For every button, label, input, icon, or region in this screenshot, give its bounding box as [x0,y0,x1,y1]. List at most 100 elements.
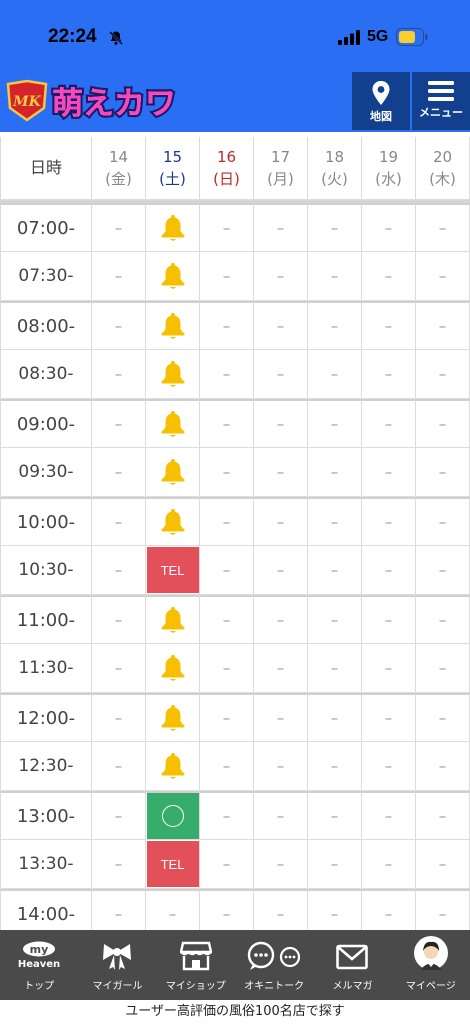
mail-icon [336,944,369,970]
schedule-cell[interactable] [146,595,200,644]
schedule-cell: – [254,644,308,693]
schedule-cell[interactable]: TEL [146,840,200,889]
time-slot-label: 12:30- [0,742,92,791]
schedule-cell: – [416,595,470,644]
nav-okini-talk-label: オキニトーク [244,981,305,992]
bell-icon [161,753,184,779]
schedule-row: 11:30- – – – – – – [0,644,470,693]
avatar-icon [413,936,448,970]
time-slot-label: 08:00- [0,301,92,350]
schedule-cell[interactable] [146,448,200,497]
status-bar: 22:24 5G [0,0,470,72]
schedule-cell: – [416,203,470,252]
day-header: 14 (金) [92,137,146,200]
schedule-cell: – [92,203,146,252]
schedule-cell: – [308,742,362,791]
schedule-cell[interactable] [146,350,200,399]
schedule-cell: – [200,448,254,497]
bell-icon [161,411,184,437]
schedule-cell: – [200,742,254,791]
available-circle-icon [161,805,184,827]
bell-icon [161,215,184,241]
schedule-cell: – [362,546,416,595]
schedule-cell[interactable] [146,252,200,301]
schedule-cell: – [92,252,146,301]
bell-icon [161,313,184,339]
time-slot-label: 11:30- [0,644,92,693]
bell-off-icon [109,31,123,45]
time-slot-label: 13:00- [0,791,92,840]
schedule-cell[interactable] [146,791,200,840]
schedule-cell: – [416,742,470,791]
nav-my-shop-label: マイショップ [165,981,226,992]
time-slot-label: 13:30- [0,840,92,889]
schedule-cell: – [254,497,308,546]
schedule-cell: – [254,546,308,595]
nav-my-girl-label: マイガール [92,981,143,992]
svg-text:MK: MK [12,94,41,110]
schedule-cell[interactable] [146,644,200,693]
schedule-cell: – [92,693,146,742]
hamburger-icon [428,81,454,101]
schedule-table: 日時 14 (金) 15 (土) 16 (日) 17 (月) 18 (火) 19 (水) 2… [0,137,470,938]
bell-icon [161,263,184,289]
schedule-row: 09:30- – – – – – – [0,448,470,497]
nav-my-girl[interactable]: マイガール [78,930,156,1000]
schedule-cell[interactable] [146,203,200,252]
bell-icon [161,509,184,535]
site-logo[interactable]: MK 萌えカワ 萌えカワ [4,78,194,124]
schedule-cell[interactable] [146,497,200,546]
schedule-cell: – [254,742,308,791]
nav-my-page[interactable]: マイページ [392,930,470,1000]
schedule-cell: – [308,644,362,693]
schedule-cell[interactable] [146,301,200,350]
nav-top[interactable]: my Heaven トップ [0,930,78,1000]
schedule-cell: – [416,791,470,840]
nav-mail-magazine[interactable]: メルマガ [313,930,391,1000]
schedule-cell: – [200,301,254,350]
footer-link[interactable]: ユーザー高評価の風俗100名店で探す [0,1000,470,1024]
menu-button[interactable]: メニュー [412,72,470,130]
time-slot-label: 07:30- [0,252,92,301]
schedule-body: 07:00- – – – – – –07:30- – – – – – –08:00- – – – – – –08:3… [0,203,470,938]
tel-button[interactable]: TEL [146,547,199,593]
schedule-cell: – [362,301,416,350]
schedule-cell: – [308,595,362,644]
schedule-cell: – [362,252,416,301]
schedule-cell: – [92,399,146,448]
available-button[interactable] [146,793,199,839]
schedule-cell: – [416,399,470,448]
nav-my-shop[interactable]: マイショップ [157,930,235,1000]
schedule-row: 07:00- – – – – – – [0,203,470,252]
schedule-row: 12:00- – – – – – – [0,693,470,742]
svg-text:Heaven: Heaven [18,959,60,970]
schedule-cell[interactable] [146,693,200,742]
schedule-cell: – [308,399,362,448]
nav-mail-magazine-label: メルマガ [332,981,373,992]
schedule-cell: – [200,644,254,693]
schedule-cell: – [362,399,416,448]
schedule-cell: – [254,203,308,252]
schedule-cell: – [92,840,146,889]
network-type: 5G [367,28,389,45]
schedule-cell[interactable] [146,742,200,791]
schedule-cell: – [362,693,416,742]
my-heaven-icon: my Heaven [18,941,60,970]
schedule-cell: – [92,742,146,791]
schedule-cell[interactable] [146,399,200,448]
nav-top-label: トップ [24,981,55,992]
svg-text:my: my [30,943,49,956]
nav-okini-talk[interactable]: オキニトーク [235,930,313,1000]
schedule-cell: – [200,791,254,840]
schedule-cell: – [200,203,254,252]
time-slot-label: 09:30- [0,448,92,497]
day-header: 17 (月) [254,137,308,200]
chat-icon [247,941,301,970]
schedule-cell[interactable]: TEL [146,546,200,595]
schedule-row: 09:00- – – – – – – [0,399,470,448]
map-button[interactable]: 地図 [352,72,410,130]
bell-icon [161,607,184,633]
tel-button[interactable]: TEL [146,841,199,887]
schedule-row: 13:00- – – – – – – [0,791,470,840]
ribbon-icon [103,944,132,970]
